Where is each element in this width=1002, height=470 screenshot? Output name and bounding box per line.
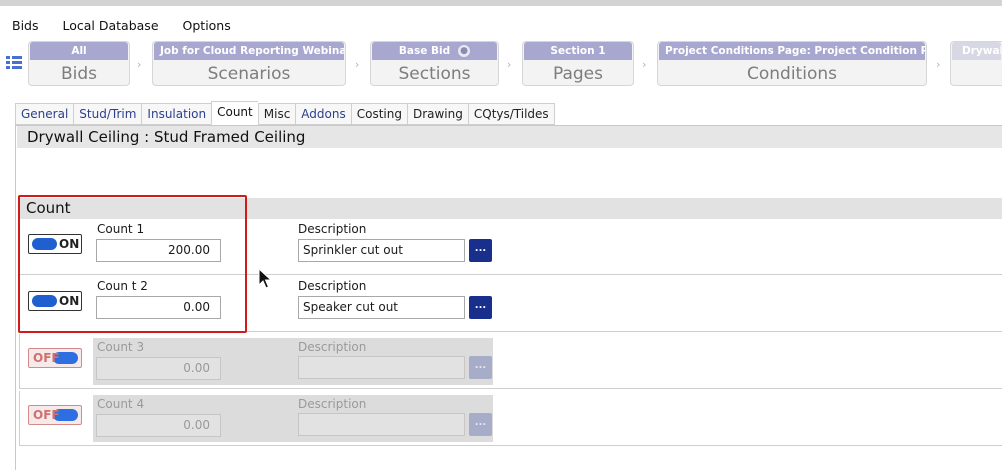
toggle-knob: [32, 295, 57, 307]
tab-stud-trim[interactable]: Stud/Trim: [73, 103, 142, 125]
count-row-2: ON Coun t 2 0.00 Description Speaker cut…: [19, 277, 1002, 332]
tab-costing[interactable]: Costing: [350, 103, 407, 125]
count-4-browse-button: ...: [469, 413, 492, 436]
count-pane: Drywall Ceiling : Stud Framed Ceiling Co…: [15, 125, 1002, 470]
count-2-description-input[interactable]: Speaker cut out: [298, 296, 465, 319]
description-label: Description: [298, 222, 367, 236]
toggle-state: OFF: [33, 351, 60, 365]
count-4-label: Count 4: [97, 397, 145, 411]
tab-general[interactable]: General: [15, 103, 74, 125]
chevron-right-icon: ›: [507, 58, 512, 71]
chevron-right-icon: ›: [355, 58, 360, 71]
description-label: Description: [298, 340, 367, 354]
count-3-toggle[interactable]: OFF: [28, 348, 82, 368]
user-icon: ●: [458, 45, 471, 57]
description-label: Description: [298, 397, 367, 411]
breadcrumb-pages[interactable]: Section 1 Pages: [522, 41, 634, 86]
breadcrumb-head: Job for Cloud Reporting Webinar: [154, 42, 344, 60]
breadcrumb-head: Base Bid ●: [372, 42, 497, 60]
tab-addons[interactable]: Addons: [295, 103, 351, 125]
breadcrumb-scenarios[interactable]: Job for Cloud Reporting Webinar Scenario…: [152, 41, 346, 86]
count-3-label: Count 3: [97, 340, 145, 354]
breadcrumb-head: Drywall: [952, 42, 1001, 60]
toggle-knob: [32, 238, 57, 250]
count-1-label: Count 1: [97, 222, 145, 236]
chevron-right-icon: ›: [137, 58, 142, 71]
tab-count[interactable]: Count: [211, 101, 258, 125]
tab-insulation[interactable]: Insulation: [141, 103, 212, 125]
menu-bids[interactable]: Bids: [0, 18, 51, 33]
section-title: Count: [19, 198, 1002, 219]
pane-title: Drywall Ceiling : Stud Framed Ceiling: [17, 126, 1002, 148]
toggle-state: ON: [59, 294, 80, 308]
breadcrumb-head: All: [30, 42, 128, 60]
breadcrumb-conditions[interactable]: Project Conditions Page: Project Conditi…: [657, 41, 927, 86]
count-1-toggle[interactable]: ON: [28, 234, 82, 254]
menu-bar: Bids Local Database Options: [0, 14, 243, 36]
count-row-4: OFF Count 4 0.00 Description ...: [19, 391, 1002, 446]
count-2-input[interactable]: 0.00: [96, 296, 221, 319]
count-3-browse-button: ...: [469, 356, 492, 379]
breadcrumb-label: Bids: [60, 64, 98, 84]
breadcrumb-head: Project Conditions Page: Project Conditi…: [659, 42, 925, 60]
tab-misc[interactable]: Misc: [257, 103, 296, 125]
breadcrumb-sections[interactable]: Base Bid ● Sections: [370, 41, 499, 86]
toggle-state: OFF: [33, 408, 60, 422]
chevron-right-icon: ›: [936, 58, 941, 71]
description-label: Description: [298, 279, 367, 293]
top-strip: [0, 0, 1002, 6]
count-3-description-input: [298, 356, 465, 379]
chevron-right-icon: ›: [642, 58, 647, 71]
breadcrumb-label: Conditions: [747, 64, 837, 84]
count-3-input: 0.00: [96, 357, 221, 380]
count-2-toggle[interactable]: ON: [28, 291, 82, 311]
count-1-description-input[interactable]: Sprinkler cut out: [298, 239, 465, 262]
breadcrumb-head-text: Base Bid: [398, 45, 451, 57]
count-1-input[interactable]: 200.00: [96, 239, 221, 262]
toggle-state: ON: [59, 237, 80, 251]
menu-options[interactable]: Options: [171, 18, 243, 33]
count-1-browse-button[interactable]: ...: [469, 239, 492, 262]
breadcrumb-drywall[interactable]: Drywall: [950, 41, 1002, 86]
mouse-cursor-icon: [258, 268, 272, 289]
count-2-browse-button[interactable]: ...: [469, 296, 492, 319]
breadcrumb-label: Pages: [552, 64, 603, 84]
count-4-description-input: [298, 413, 465, 436]
count-row-3: OFF Count 3 0.00 Description ...: [19, 334, 1002, 389]
breadcrumb-head: Section 1: [524, 42, 632, 60]
tab-cqtys-tildes[interactable]: CQtys/Tildes: [467, 103, 555, 125]
count-4-toggle[interactable]: OFF: [28, 405, 82, 425]
menu-local-database[interactable]: Local Database: [51, 18, 171, 33]
breadcrumb-bids[interactable]: All Bids: [28, 41, 130, 86]
count-2-label: Coun t 2: [97, 279, 148, 293]
breadcrumb-label: Scenarios: [207, 64, 291, 84]
count-4-input: 0.00: [96, 414, 221, 437]
tab-drawing[interactable]: Drawing: [406, 103, 468, 125]
breadcrumb-label: Sections: [398, 64, 471, 84]
count-row-1: ON Count 1 200.00 Description Sprinkler …: [19, 220, 1002, 275]
tab-bar: General Stud/Trim Insulation Count Misc …: [15, 101, 555, 125]
grid-view-icon[interactable]: [6, 56, 22, 70]
